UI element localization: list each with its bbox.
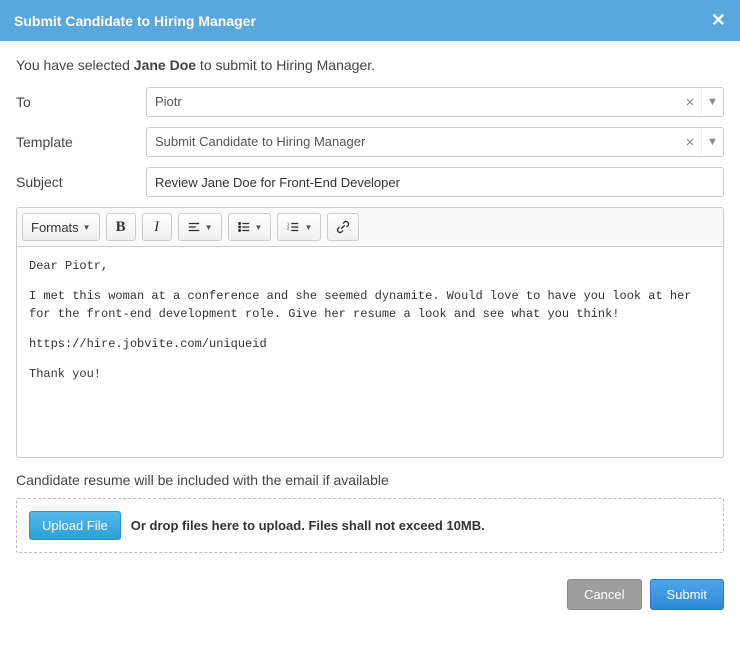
editor-content[interactable]: Dear Piotr, I met this woman at a confer… <box>17 247 723 457</box>
cancel-button[interactable]: Cancel <box>567 579 641 610</box>
chevron-down-icon: ▼ <box>304 223 312 232</box>
row-template: Template Submit Candidate to Hiring Mana… <box>16 127 724 157</box>
link-button[interactable] <box>327 213 359 241</box>
clear-icon[interactable]: ✕ <box>679 88 701 116</box>
close-icon[interactable]: ✕ <box>711 10 726 31</box>
modal-body: You have selected Jane Doe to submit to … <box>0 41 740 569</box>
bold-button[interactable]: B <box>106 213 136 241</box>
label-subject: Subject <box>16 174 146 190</box>
numbered-list-button[interactable]: 12 ▼ <box>277 213 321 241</box>
label-template: Template <box>16 134 146 150</box>
body-greeting: Dear Piotr, <box>29 257 711 275</box>
upload-file-button[interactable]: Upload File <box>29 511 121 540</box>
dropzone-hint: Or drop files here to upload. Files shal… <box>131 518 485 533</box>
subject-input[interactable] <box>146 167 724 197</box>
row-to: To Piotr ✕ ▼ <box>16 87 724 117</box>
bullet-list-icon <box>237 220 251 234</box>
align-left-icon <box>187 220 201 234</box>
label-to: To <box>16 94 146 110</box>
selected-suffix: to submit to Hiring Manager. <box>196 57 375 73</box>
body-signoff: Thank you! <box>29 365 711 383</box>
resume-note: Candidate resume will be included with t… <box>16 472 724 488</box>
template-value: Submit Candidate to Hiring Manager <box>147 128 679 156</box>
submit-button[interactable]: Submit <box>650 579 724 610</box>
chevron-down-icon: ▼ <box>205 223 213 232</box>
selected-candidate-line: You have selected Jane Doe to submit to … <box>16 57 724 73</box>
modal-header: Submit Candidate to Hiring Manager ✕ <box>0 0 740 41</box>
body-link: https://hire.jobvite.com/uniqueid <box>29 335 711 353</box>
chevron-down-icon[interactable]: ▼ <box>701 88 723 116</box>
italic-button[interactable]: I <box>142 213 172 241</box>
rich-text-editor: Formats ▼ B I ▼ ▼ 12 ▼ Dear Piotr, I <box>16 207 724 458</box>
formats-button[interactable]: Formats ▼ <box>22 213 100 241</box>
file-dropzone[interactable]: Upload File Or drop files here to upload… <box>16 498 724 553</box>
link-icon <box>336 220 350 234</box>
to-value: Piotr <box>147 88 679 116</box>
template-combo[interactable]: Submit Candidate to Hiring Manager ✕ ▼ <box>146 127 724 157</box>
align-button[interactable]: ▼ <box>178 213 222 241</box>
chevron-down-icon: ▼ <box>83 223 91 232</box>
modal-footer: Cancel Submit <box>0 569 740 626</box>
selected-name: Jane Doe <box>134 57 196 73</box>
to-combo[interactable]: Piotr ✕ ▼ <box>146 87 724 117</box>
modal-title: Submit Candidate to Hiring Manager <box>14 13 256 29</box>
formats-label: Formats <box>31 220 79 235</box>
selected-prefix: You have selected <box>16 57 134 73</box>
chevron-down-icon: ▼ <box>255 223 263 232</box>
chevron-down-icon[interactable]: ▼ <box>701 128 723 156</box>
body-paragraph: I met this woman at a conference and she… <box>29 287 711 323</box>
svg-text:2: 2 <box>287 226 290 231</box>
row-subject: Subject <box>16 167 724 197</box>
editor-toolbar: Formats ▼ B I ▼ ▼ 12 ▼ <box>17 208 723 247</box>
bullet-list-button[interactable]: ▼ <box>228 213 272 241</box>
clear-icon[interactable]: ✕ <box>679 128 701 156</box>
numbered-list-icon: 12 <box>286 220 300 234</box>
